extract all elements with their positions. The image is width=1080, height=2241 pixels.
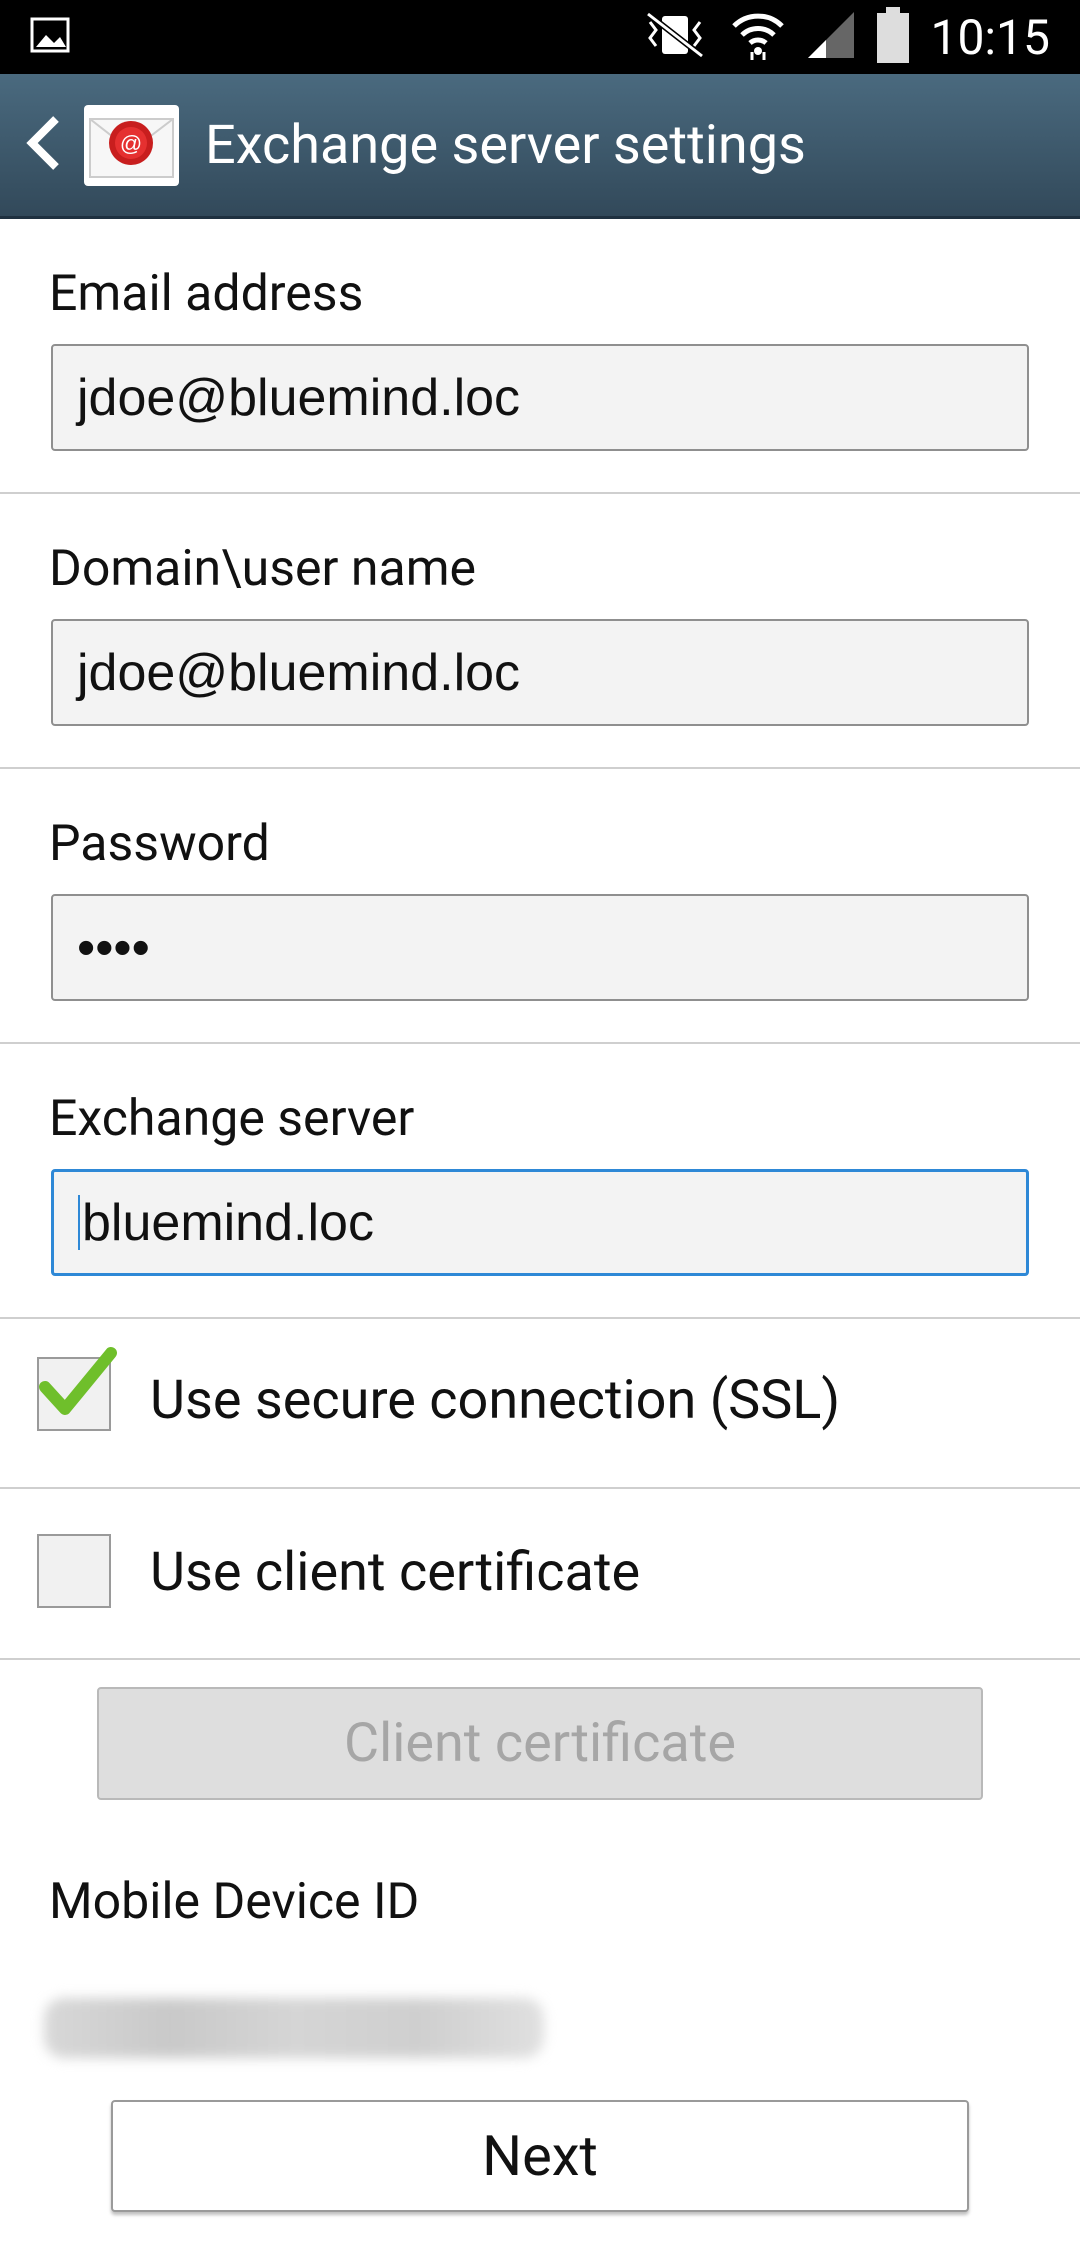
signal-icon (806, 10, 856, 64)
server-field[interactable]: bluemind.loc (51, 1169, 1029, 1276)
mobile-device-id-value (44, 1998, 544, 2058)
client-certificate-button[interactable]: Client certificate (97, 1687, 983, 1800)
page-title: Exchange server settings (205, 113, 806, 177)
divider (0, 492, 1080, 494)
svg-text:@: @ (120, 131, 142, 156)
password-field[interactable]: •••• (51, 894, 1029, 1001)
mobile-device-id-label: Mobile Device ID (49, 1873, 420, 1931)
next-button[interactable]: Next (111, 2100, 969, 2212)
vibrate-mute-icon (640, 10, 710, 64)
status-bar: 10:15 (0, 0, 1080, 74)
ssl-option-row[interactable]: Use secure connection (SSL) (0, 1319, 1080, 1489)
server-field-value: bluemind.loc (82, 1193, 374, 1252)
gallery-notification-icon (30, 17, 70, 57)
client-cert-option-row[interactable]: Use client certificate (0, 1489, 1080, 1659)
wifi-icon (730, 10, 786, 64)
ssl-checkbox[interactable] (37, 1347, 117, 1431)
server-label: Exchange server (49, 1090, 415, 1148)
battery-icon (876, 7, 910, 67)
client-cert-checkbox[interactable] (37, 1534, 111, 1608)
divider (0, 767, 1080, 769)
client-cert-label: Use client certificate (150, 1541, 641, 1604)
divider (0, 1658, 1080, 1660)
username-label: Domain\user name (49, 540, 477, 598)
status-time: 10:15 (930, 8, 1050, 66)
username-field[interactable]: jdoe@bluemind.loc (51, 619, 1029, 726)
back-button[interactable] (22, 113, 62, 177)
action-bar: @ Exchange server settings (0, 74, 1080, 219)
email-field[interactable]: jdoe@bluemind.loc (51, 344, 1029, 451)
divider (0, 1042, 1080, 1044)
checkmark-icon (39, 1347, 117, 1415)
ssl-label: Use secure connection (SSL) (150, 1369, 841, 1432)
email-app-icon: @ (84, 104, 179, 186)
text-caret (78, 1195, 80, 1250)
password-label: Password (49, 815, 270, 873)
email-label: Email address (49, 265, 364, 323)
